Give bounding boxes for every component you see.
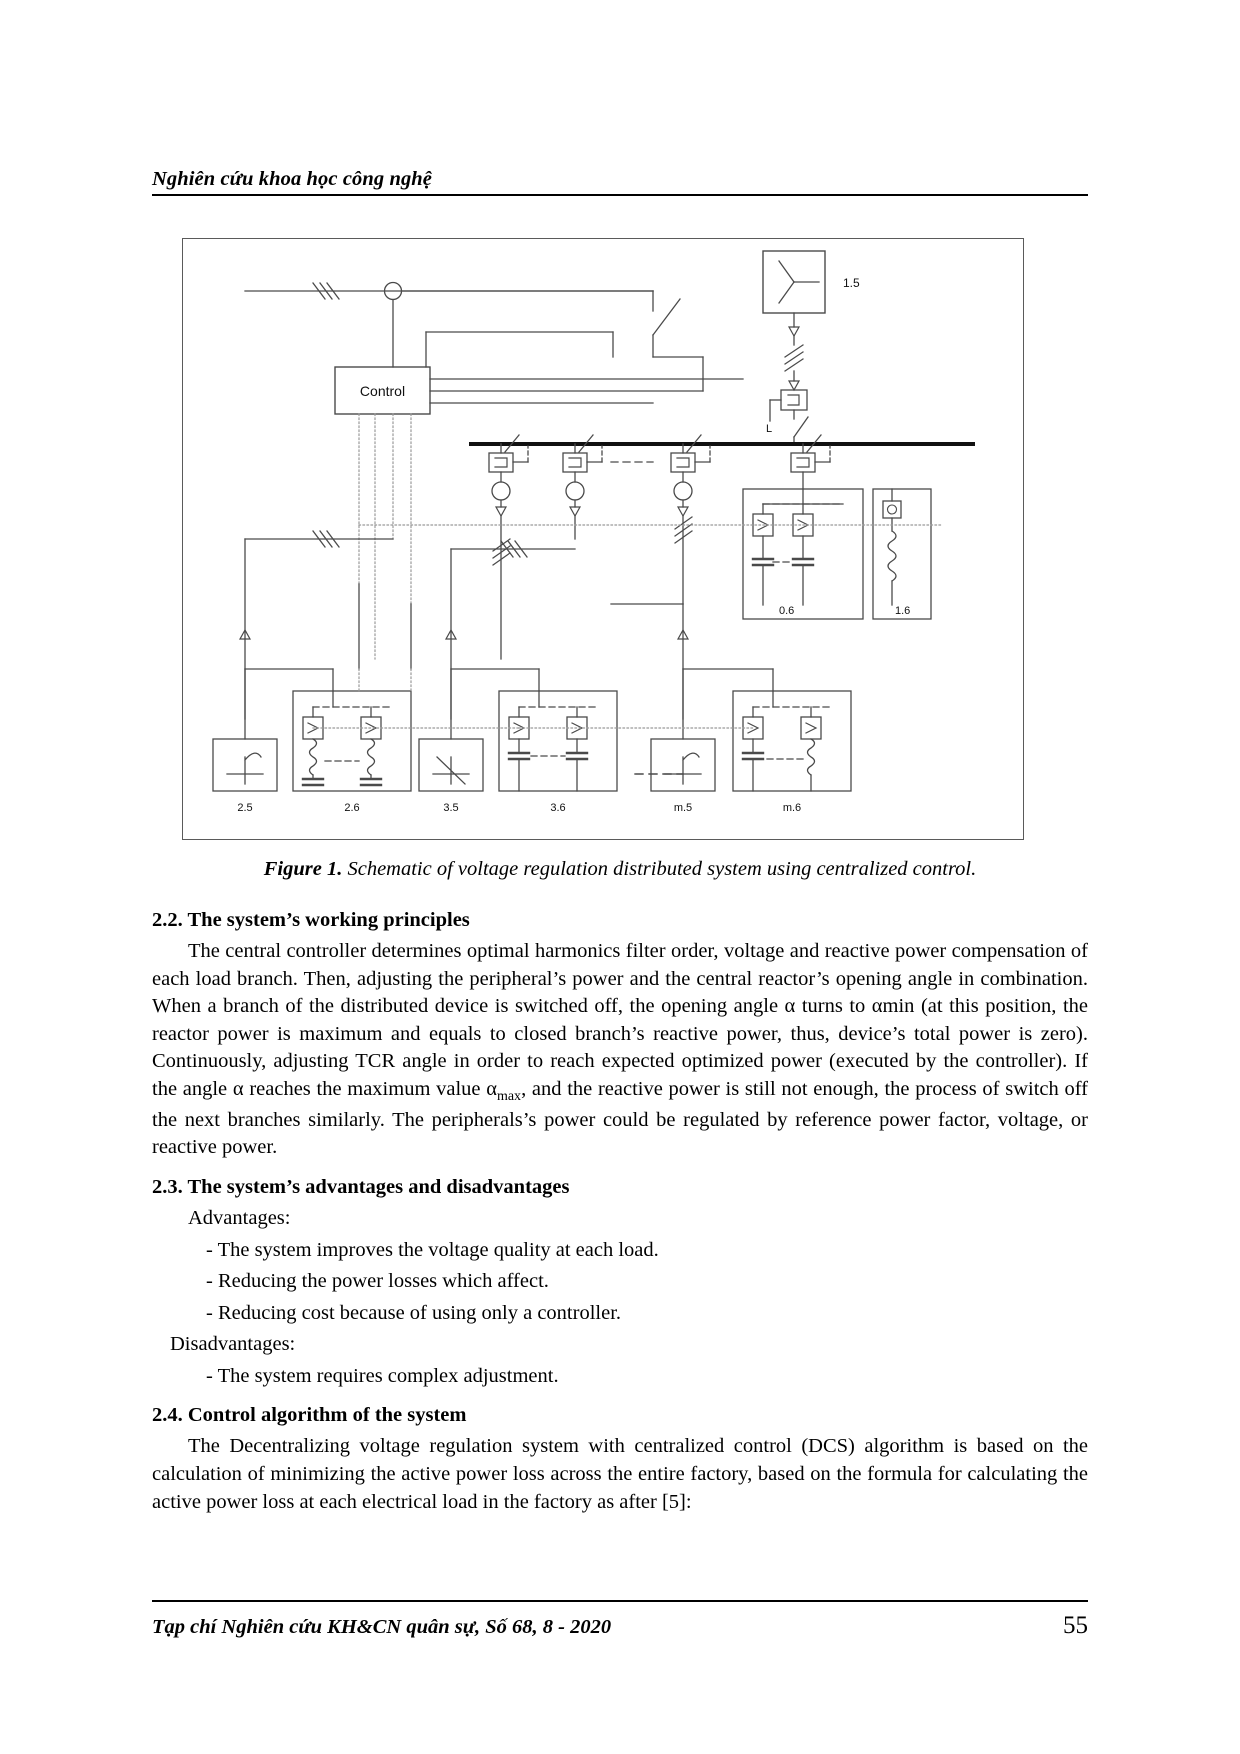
label-central-filter-b: 1.6 xyxy=(895,605,910,617)
figure-1-schematic: Control 1.5 L 0.6 1.6 2.5 2.6 3.5 3.6 m.… xyxy=(182,238,1024,840)
section-heading-2-2: 2.2. The system’s working principles xyxy=(152,909,470,931)
control-box-label: Control xyxy=(360,383,405,399)
label-branch3-filter: 3.6 xyxy=(550,802,565,814)
label-central-source: 1.5 xyxy=(843,276,860,290)
label-branchm-load: m.5 xyxy=(674,802,692,814)
figure-caption-label: Figure 1. xyxy=(263,858,343,880)
body-content: 2.2. The system’s working principles The… xyxy=(152,895,1088,1516)
disadvantages-label: Disadvantages: xyxy=(170,1333,296,1356)
advantage-item: - The system improves the voltage qualit… xyxy=(206,1238,659,1261)
s22-text-part1: The central controller determines optima… xyxy=(152,940,1088,1100)
advantage-item: - Reducing the power losses which affect… xyxy=(206,1270,549,1293)
advantages-label: Advantages: xyxy=(188,1206,291,1229)
label-branch2-load: 2.5 xyxy=(237,802,252,814)
header-divider xyxy=(152,193,1088,196)
label-reactor-L: L xyxy=(766,423,772,435)
label-branchm-filter: m.6 xyxy=(783,802,801,814)
label-branch2-filter: 2.6 xyxy=(344,802,359,814)
section-2-4-paragraph: The Decentralizing voltage regulation sy… xyxy=(152,1435,1088,1513)
disadvantage-item: - The system requires complex adjustment… xyxy=(206,1364,559,1387)
advantage-item: - Reducing cost because of using only a … xyxy=(206,1301,622,1324)
figure-caption-text: Schematic of voltage regulation distribu… xyxy=(342,858,977,880)
document-page: Nghiên cứu khoa học công nghệ Control 1.… xyxy=(0,0,1240,1754)
label-central-filter-a: 0.6 xyxy=(779,605,794,617)
footer-divider xyxy=(152,1600,1088,1602)
page-footer: Tạp chí Nghiên cứu KH&CN quân sự, Số 68,… xyxy=(152,1612,1088,1640)
running-header: Nghiên cứu khoa học công nghệ xyxy=(152,168,1088,196)
figure-caption: Figure 1. Schematic of voltage regulatio… xyxy=(152,858,1088,881)
label-branch3-load: 3.5 xyxy=(443,802,458,814)
section-heading-2-4: 2.4. Control algorithm of the system xyxy=(152,1404,467,1427)
footer-journal-line: Tạp chí Nghiên cứu KH&CN quân sự, Số 68,… xyxy=(152,1616,612,1638)
s22-subscript-max: max xyxy=(496,1088,522,1104)
footer-page-number: 55 xyxy=(1063,1612,1088,1639)
section-2-2-paragraph: The central controller determines optima… xyxy=(152,938,1088,1162)
section-heading-2-3: 2.3. The system’s advantages and disadva… xyxy=(152,1175,570,1198)
running-header-title: Nghiên cứu khoa học công nghệ xyxy=(152,168,433,190)
schematic-svg: Control 1.5 L 0.6 1.6 2.5 2.6 3.5 3.6 m.… xyxy=(212,250,975,814)
